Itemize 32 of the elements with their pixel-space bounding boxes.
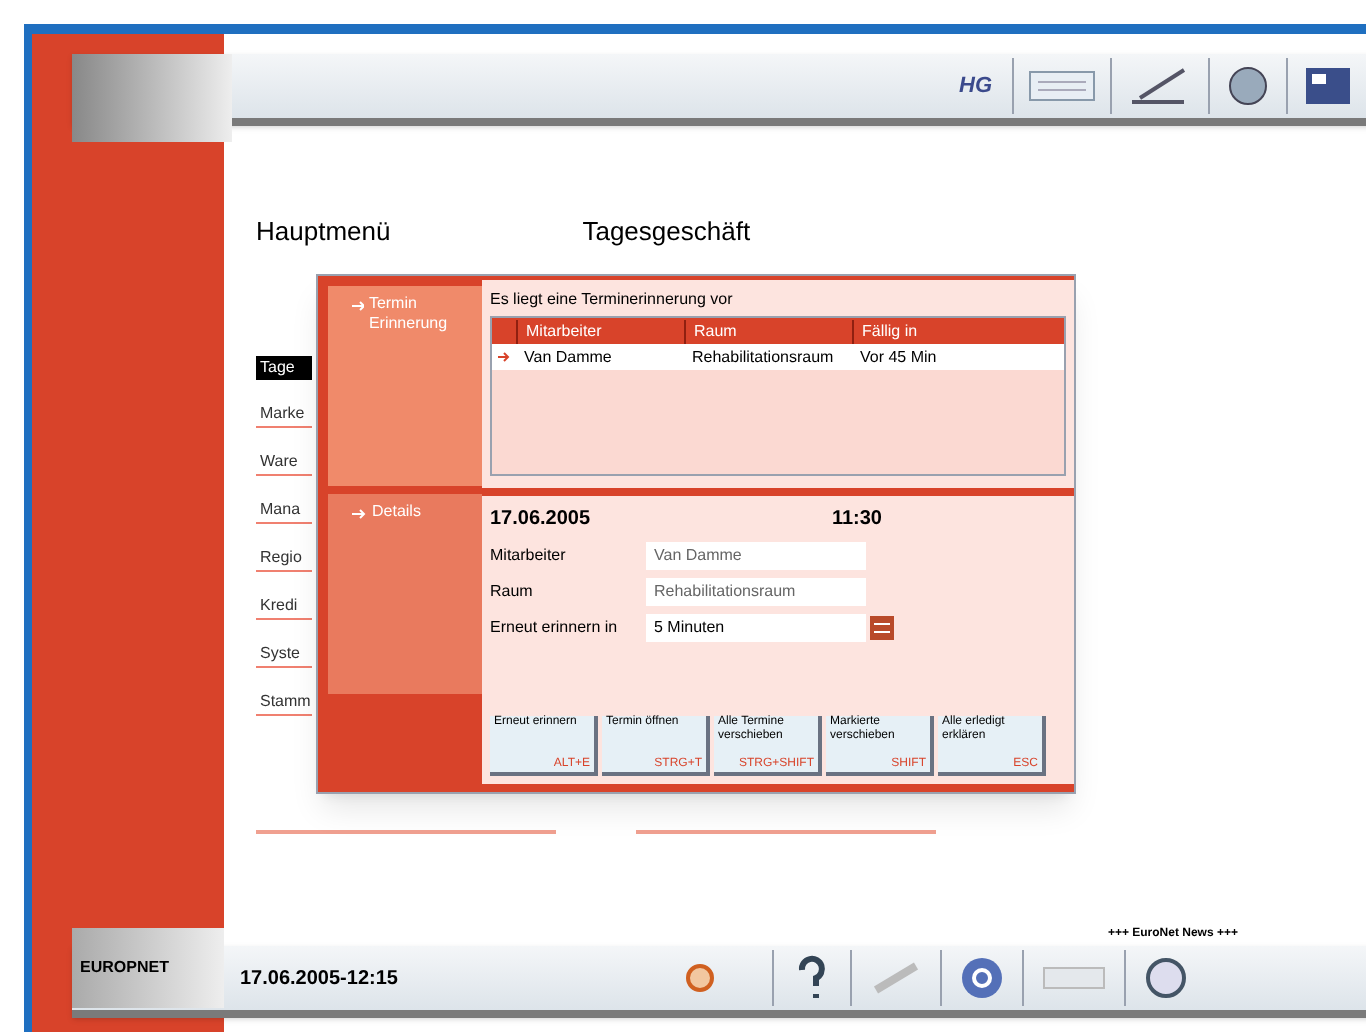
heading-text: Tagesgeschäft xyxy=(582,214,751,250)
table-cell-text: Rehabilitationsraum xyxy=(690,345,836,369)
arrow-icon xyxy=(352,300,365,312)
menu-item[interactable]: Tage xyxy=(256,356,312,380)
remind-dropdown[interactable]: 5 Minuten xyxy=(646,614,866,642)
logo: EUROPNET xyxy=(72,928,224,1008)
datetime-text: 17.06.2005-12:15 xyxy=(240,965,400,993)
menu-item[interactable]: Ware xyxy=(256,450,312,476)
date-text: 17.06.2005 xyxy=(490,506,591,534)
arrow-icon xyxy=(352,508,368,520)
grid-icon[interactable] xyxy=(1300,62,1356,110)
heading-text: Hauptmenü xyxy=(256,214,391,250)
table-cell-text: Vor 45 Min xyxy=(858,345,939,369)
menu-item[interactable]: Syste xyxy=(256,642,312,668)
menu-item[interactable]: Stamm xyxy=(256,690,312,716)
field-label: Erneut erinnern in xyxy=(490,616,620,640)
home-button[interactable]: HG xyxy=(951,69,1000,103)
field-label: Raum xyxy=(490,580,535,604)
arrow-icon xyxy=(497,352,511,362)
menu-item[interactable]: Regio xyxy=(256,546,312,572)
input-field[interactable]: Van Damme xyxy=(646,542,866,570)
menu-item[interactable]: Kredi xyxy=(256,594,312,620)
alarm-clock-icon[interactable] xyxy=(684,962,716,994)
table-row[interactable]: Van Damme Rehabilitationsraum Vor 45 Min xyxy=(492,344,1064,370)
menu-item[interactable]: Marke xyxy=(256,402,312,428)
menu-item[interactable]: Mana xyxy=(256,498,312,524)
time-text: 11:30 xyxy=(831,506,882,534)
dropdown-icon[interactable] xyxy=(870,616,894,640)
notice-text: Es liegt eine Terminerinnerung vor xyxy=(490,288,735,312)
field-label: Mitarbeiter xyxy=(490,544,568,568)
table-cell-text: Van Damme xyxy=(522,345,614,369)
input-field[interactable]: Rehabilitationsraum xyxy=(646,578,866,606)
